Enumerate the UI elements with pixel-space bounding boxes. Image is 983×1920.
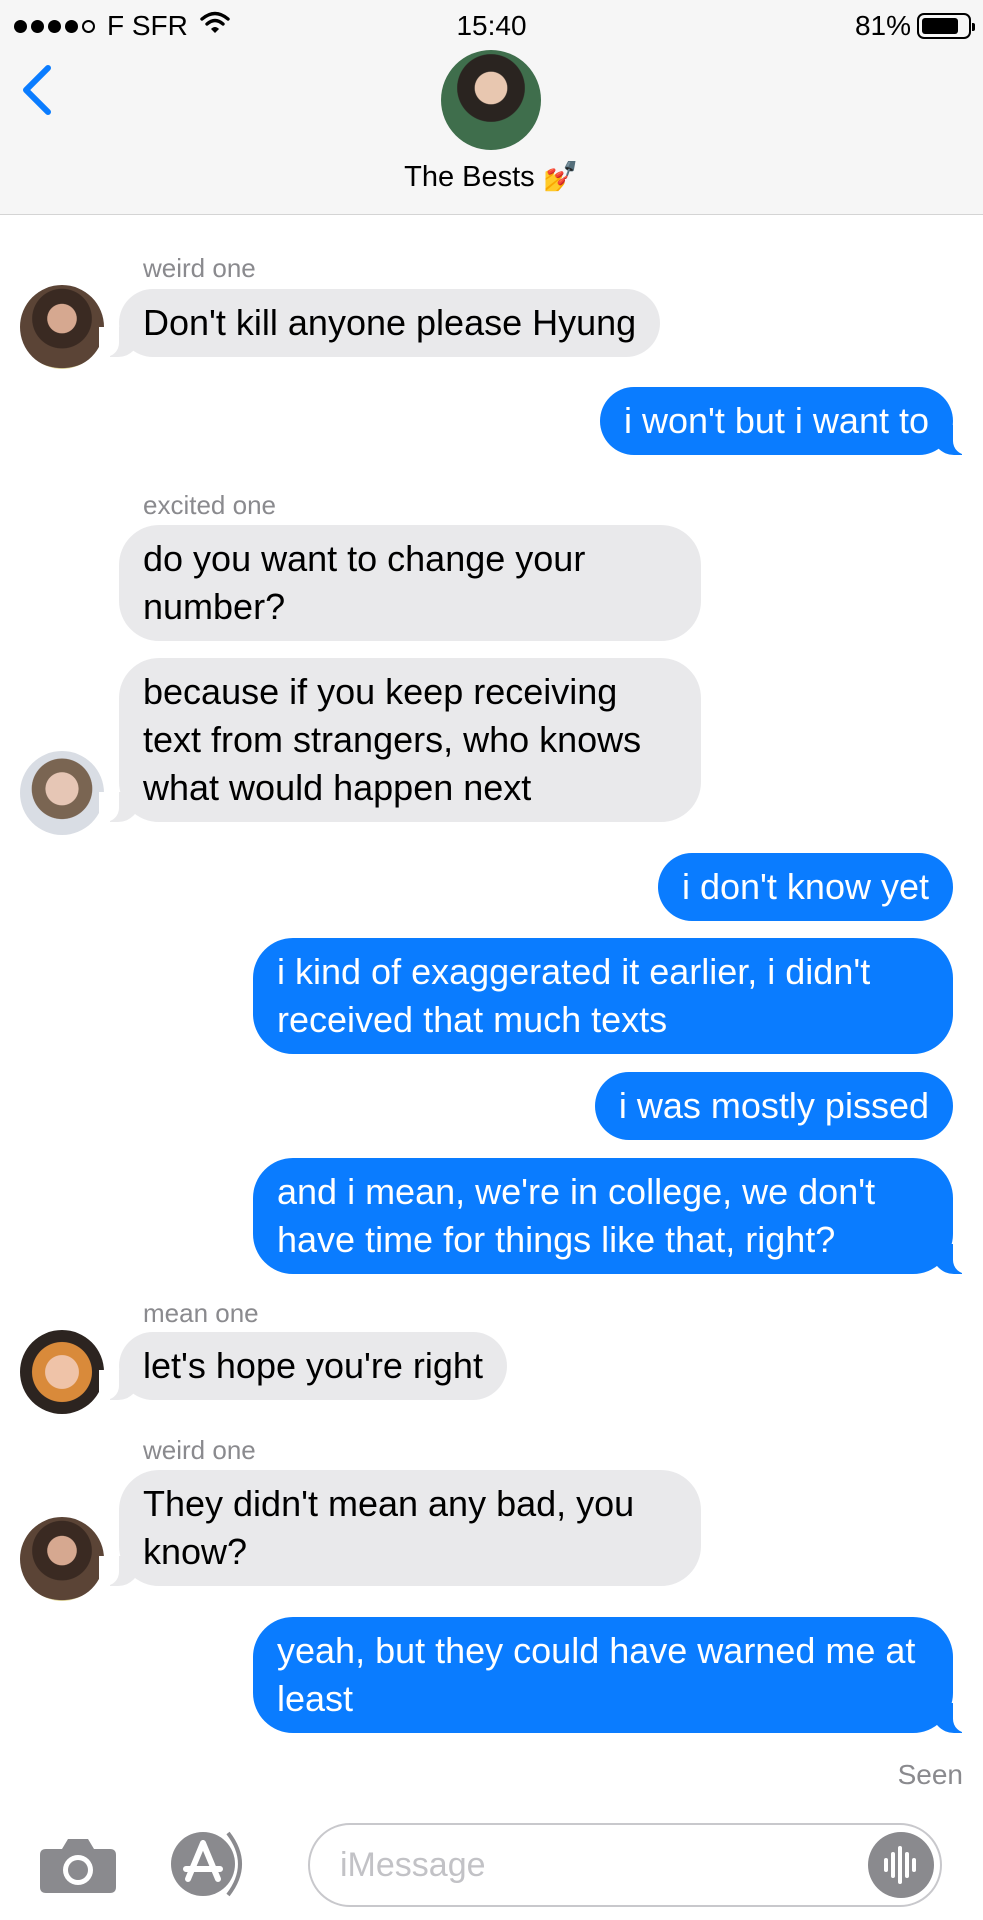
battery-percentage: 81%	[854, 10, 911, 41]
message-text: They didn't mean any bad, you know?	[143, 1483, 635, 1572]
incoming-message-bubble[interactable]: let's hope you're right	[99, 1332, 507, 1400]
incoming-message-bubble[interactable]: because if you keep receiving text from …	[99, 658, 701, 822]
message-text: i don't know yet	[681, 866, 929, 907]
camera-icon[interactable]	[38, 1835, 118, 1895]
avatar-weird-one[interactable]	[20, 285, 104, 369]
sender-name: weird one	[143, 1435, 256, 1465]
battery-icon	[917, 13, 975, 39]
group-name[interactable]: The Bests 💅	[0, 160, 983, 194]
audio-message-icon[interactable]	[868, 1832, 934, 1898]
message-text: let's hope you're right	[143, 1345, 483, 1386]
message-text: Don't kill anyone please Hyung	[143, 302, 637, 343]
sender-name: mean one	[143, 1298, 259, 1328]
message-text: i was mostly pissed	[618, 1085, 929, 1126]
avatar-mean-one[interactable]	[20, 1330, 104, 1414]
outgoing-message-bubble[interactable]: yeah, but they could have warned me at l…	[253, 1617, 973, 1733]
message-text: i kind of exaggerated it earlier, i didn…	[277, 951, 871, 1040]
clock: 15:40	[456, 10, 527, 41]
imessage-input[interactable]	[308, 1823, 942, 1907]
message-text: i won't but i want to	[623, 400, 929, 441]
outgoing-message-bubble[interactable]: and i mean, we're in college, we don't h…	[253, 1158, 973, 1274]
message-list[interactable]: weird one Don't kill anyone please Hyung…	[0, 215, 983, 1815]
outgoing-message-bubble[interactable]: i won't but i want to	[599, 387, 974, 455]
status-bar: F SFR 15:40 81%	[0, 0, 983, 50]
avatar-excited-one[interactable]	[20, 751, 104, 835]
incoming-message-bubble[interactable]: They didn't mean any bad, you know?	[99, 1470, 701, 1586]
compose-bar	[0, 1815, 983, 1920]
message-text: yeah, but they could have warned me at l…	[277, 1630, 916, 1719]
battery-level-fill	[922, 18, 958, 34]
outgoing-message-bubble[interactable]: i kind of exaggerated it earlier, i didn…	[253, 938, 953, 1054]
app-store-icon[interactable]	[168, 1829, 258, 1899]
incoming-message-bubble[interactable]: Don't kill anyone please Hyung	[98, 289, 661, 357]
outgoing-message-bubble[interactable]: i was mostly pissed	[594, 1072, 953, 1140]
message-text: and i mean, we're in college, we don't h…	[277, 1171, 876, 1260]
message-text: because if you keep receiving text from …	[143, 671, 642, 808]
sender-name: excited one	[143, 490, 276, 520]
group-avatar[interactable]	[441, 50, 541, 150]
avatar-weird-one[interactable]	[20, 1517, 104, 1601]
incoming-message-bubble[interactable]: do you want to change your number?	[119, 525, 701, 641]
sender-name: weird one	[143, 253, 256, 283]
seen-indicator: Seen	[897, 1759, 963, 1790]
message-text: do you want to change your number?	[143, 538, 586, 627]
outgoing-message-bubble[interactable]: i don't know yet	[657, 853, 953, 921]
back-chevron-icon[interactable]	[18, 60, 58, 120]
